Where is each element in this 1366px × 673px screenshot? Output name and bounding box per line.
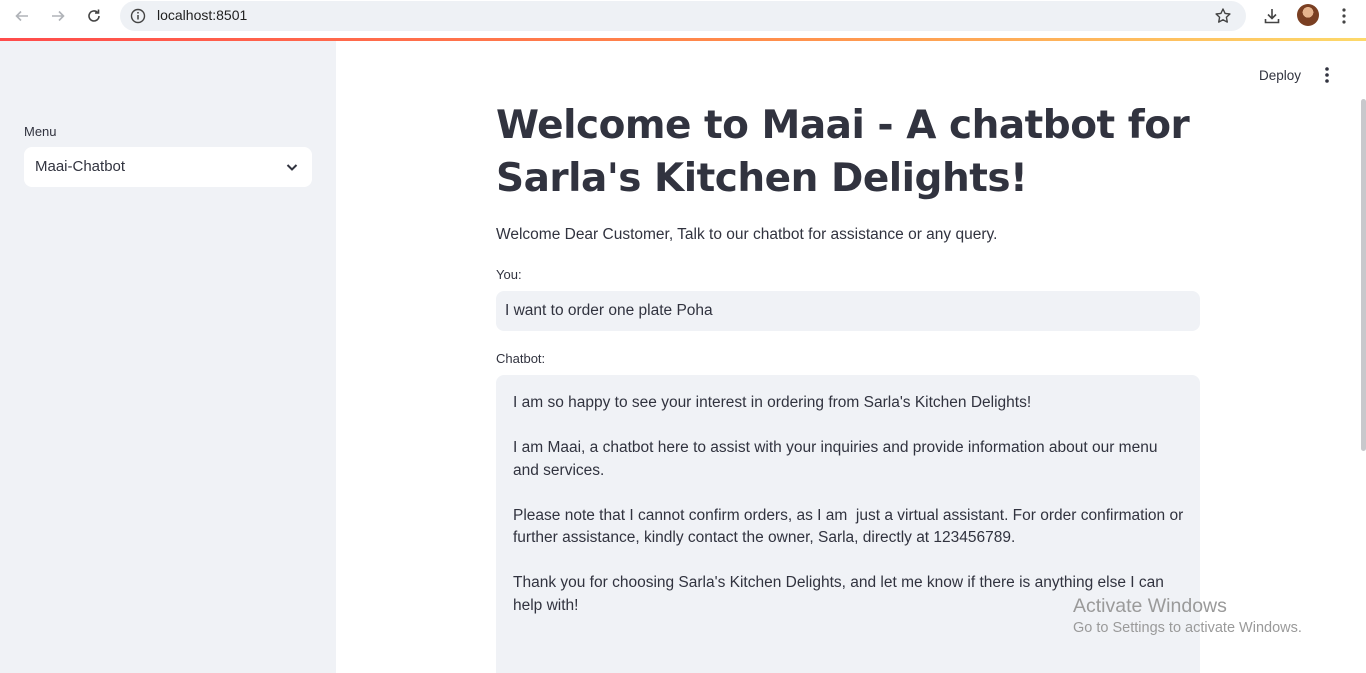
response-paragraph: I am Maai, a chatbot here to assist with… <box>513 439 1162 479</box>
page-title: Welcome to Maai - A chatbot for Sarla's … <box>496 103 1190 201</box>
watermark-subtitle: Go to Settings to activate Windows. <box>1073 620 1302 636</box>
downloads-button[interactable] <box>1261 5 1283 27</box>
vertical-dots-icon <box>1342 8 1346 24</box>
browser-toolbar: localhost:8501 <box>0 0 1366 41</box>
menu-select[interactable]: Maai-Chatbot <box>24 147 312 187</box>
user-message-value: I want to order one plate Poha <box>505 302 713 319</box>
main-content: Deploy Welcome to Maai - A chatbot for S… <box>336 41 1366 673</box>
user-message-input[interactable]: I want to order one plate Poha <box>496 291 1200 331</box>
watermark-title: Activate Windows <box>1073 595 1227 617</box>
bookmark-star-icon[interactable] <box>1214 7 1232 25</box>
sidebar: Menu Maai-Chatbot <box>0 41 336 673</box>
reload-icon <box>88 9 100 22</box>
reload-button[interactable] <box>82 4 106 28</box>
scrollbar[interactable] <box>1361 99 1366 451</box>
profile-avatar[interactable] <box>1297 4 1319 26</box>
activate-windows-watermark: Activate Windows Go to Settings to activ… <box>1073 595 1302 636</box>
browser-menu-button[interactable] <box>1333 5 1355 27</box>
welcome-text: Welcome Dear Customer, Talk to our chatb… <box>496 226 998 243</box>
menu-select-value: Maai-Chatbot <box>35 158 126 175</box>
url-text: localhost:8501 <box>157 7 248 23</box>
you-label: You: <box>496 267 522 282</box>
main-menu-icon[interactable] <box>1319 65 1335 85</box>
site-info-icon[interactable] <box>130 8 146 24</box>
response-paragraph: Please note that I cannot confirm orders… <box>513 506 1188 547</box>
download-icon <box>1264 9 1280 24</box>
chatbot-label: Chatbot: <box>496 351 546 366</box>
response-paragraph: I am so happy to see your interest in or… <box>513 394 1032 411</box>
menu-label: Menu <box>24 124 57 139</box>
chevron-down-icon <box>286 164 298 171</box>
back-button[interactable] <box>10 4 34 28</box>
forward-arrow-icon <box>52 10 65 22</box>
forward-button[interactable] <box>46 4 70 28</box>
address-bar[interactable]: localhost:8501 <box>120 1 1246 31</box>
deploy-button[interactable]: Deploy <box>1259 68 1301 83</box>
back-arrow-icon <box>15 10 28 22</box>
